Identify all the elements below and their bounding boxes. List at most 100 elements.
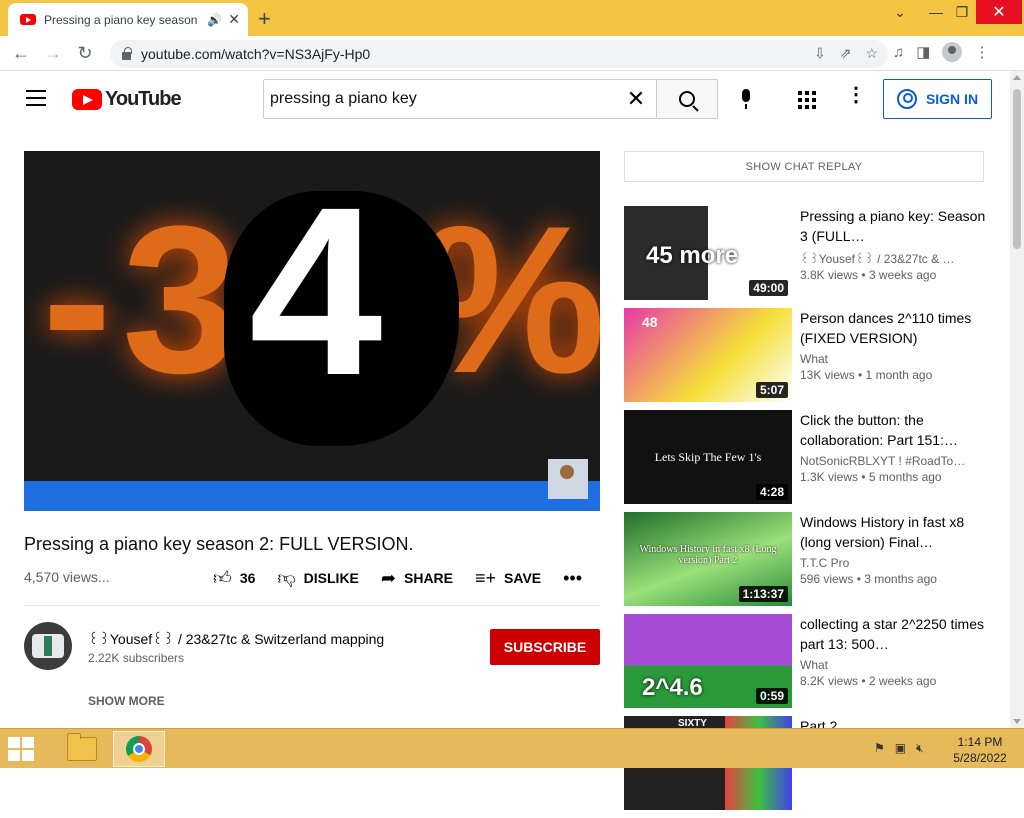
search-input[interactable] (270, 90, 616, 108)
dislike-button[interactable]: 👎︎ DISLIKE (277, 567, 359, 589)
video-duration: 49:00 (749, 280, 788, 296)
dislike-label: DISLIKE (303, 570, 359, 586)
volume-muted-icon[interactable]: 🔇︎ (916, 741, 924, 756)
search-box[interactable]: ✕ (263, 79, 656, 119)
page-scrollbar[interactable] (1010, 71, 1024, 728)
network-icon[interactable]: ▣ (895, 741, 906, 756)
address-bar[interactable]: youtube.com/watch?v=NS3AjFy-Hp0 ⇩ ⇗ ☆ (110, 40, 888, 68)
new-tab-button[interactable]: + (258, 6, 271, 32)
clear-search-icon[interactable]: ✕ (616, 86, 656, 112)
forward-arrow-icon[interactable]: → (40, 40, 66, 66)
windows-taskbar: ⚑ ▣ 🔇︎ 1:14 PM 5/28/2022 (0, 728, 1024, 768)
channel-name[interactable]: ꒰꒱Yousef꒰꒱ / 23&27tc & Switzerland mappi… (88, 630, 384, 648)
browser-toolbar: ← → ↻ youtube.com/watch?v=NS3AjFy-Hp0 ⇩ … (0, 36, 1024, 71)
video-blue-bar (24, 481, 600, 511)
recommendation-title[interactable]: Click the button: the collaboration: Par… (800, 410, 990, 450)
recommendation-title[interactable]: Pressing a piano key: Season 3 (FULL… (800, 206, 990, 246)
recommendation-item[interactable]: Lets Skip The Few 1's 4:28 Click the but… (624, 410, 994, 512)
show-more-button[interactable]: SHOW MORE (88, 694, 165, 708)
account-circle-icon (896, 89, 917, 109)
video-duration: 5:07 (755, 382, 788, 398)
side-panel-icon[interactable]: ◨ (916, 43, 930, 61)
browser-tab[interactable]: Pressing a piano key season 🔊 ✕ (8, 3, 248, 36)
recommendation-thumbnail[interactable]: Lets Skip The Few 1's 4:28 (624, 410, 792, 504)
clock-time: 1:14 PM (957, 735, 1003, 749)
subscribe-button[interactable]: SUBSCRIBE (490, 629, 600, 665)
video-player[interactable]: -3% 4 (24, 151, 600, 511)
voice-search-mic-icon[interactable] (738, 89, 754, 111)
save-label: SAVE (504, 570, 542, 586)
taskbar-clock[interactable]: 1:14 PM 5/28/2022 (950, 734, 1010, 766)
apps-grid-icon[interactable] (798, 91, 816, 109)
recommendation-title[interactable]: collecting a star 2^2250 times part 13: … (800, 614, 990, 654)
url-text[interactable]: youtube.com/watch?v=NS3AjFy-Hp0 (141, 46, 370, 62)
channel-avatar[interactable] (24, 622, 72, 670)
like-button[interactable]: 👍︎ 36 (213, 567, 255, 589)
browser-tabstrip: Pressing a piano key season 🔊 ✕ + ⌄ — ❐ … (0, 0, 1024, 36)
back-arrow-icon[interactable]: ← (8, 40, 34, 66)
recommendation-channel[interactable]: What (800, 352, 990, 366)
chrome-menu-icon[interactable]: ⋮ (974, 43, 989, 61)
share-button[interactable]: ➦ SHARE (381, 568, 453, 589)
profile-avatar-icon[interactable] (942, 42, 963, 62)
recommendation-channel[interactable]: What (800, 658, 990, 672)
show-chat-replay-button[interactable]: SHOW CHAT REPLAY (624, 151, 984, 182)
scroll-down-icon[interactable] (1013, 719, 1021, 724)
sign-in-button[interactable]: SIGN IN (883, 79, 992, 119)
recommendation-stats: 8.2K views • 2 weeks ago (800, 674, 937, 688)
recommendation-item[interactable]: 45 more 49:00 Pressing a piano key: Seas… (624, 206, 994, 308)
settings-more-icon[interactable]: ⋮ (846, 85, 866, 105)
search-button[interactable] (656, 79, 718, 119)
video-title: Pressing a piano key season 2: FULL VERS… (24, 534, 414, 554)
action-center-flag-icon[interactable]: ⚑ (874, 741, 885, 756)
video-duration: 0:59 (755, 688, 788, 704)
youtube-logo[interactable]: YouTube (72, 88, 182, 111)
minimize-button[interactable]: — (922, 0, 950, 24)
youtube-wordmark: YouTube (105, 88, 182, 110)
clock-date: 5/28/2022 (953, 751, 1007, 765)
install-app-icon[interactable]: ⇩ (814, 45, 826, 62)
restore-button[interactable]: ❐ (948, 0, 976, 24)
folder-icon (67, 733, 97, 761)
media-control-icon[interactable]: ♫ (893, 44, 904, 61)
recommendation-channel[interactable]: T.T.C Pro (800, 556, 990, 570)
recommendation-thumbnail[interactable]: Windows History in fast x8 (Long version… (624, 512, 792, 606)
recommendation-title[interactable]: Person dances 2^110 times (FIXED VERSION… (800, 308, 990, 348)
search-icon (679, 91, 695, 107)
recommendation-thumbnail[interactable]: 45 more 49:00 (624, 206, 792, 300)
save-button[interactable]: ≡+ SAVE (475, 568, 541, 589)
bookmark-star-icon[interactable]: ☆ (865, 45, 878, 62)
youtube-masthead: YouTube ✕ ⋮ SIGN IN (0, 71, 1010, 127)
sign-in-label: SIGN IN (925, 91, 979, 107)
recommendation-title[interactable]: Windows History in fast x8 (long version… (800, 512, 990, 552)
tab-search-chevron-icon[interactable]: ⌄ (886, 0, 914, 24)
close-window-button[interactable]: ✕ (976, 0, 1022, 24)
divider (24, 605, 600, 606)
recommendation-thumbnail[interactable]: 2^4.6 0:59 (624, 614, 792, 708)
lock-icon[interactable] (122, 47, 132, 60)
taskbar-file-explorer[interactable] (56, 731, 108, 767)
share-label: SHARE (404, 570, 454, 586)
recommendation-thumbnail[interactable]: 48 5:07 (624, 308, 792, 402)
audio-playing-icon[interactable]: 🔊 (207, 13, 222, 27)
close-tab-icon[interactable]: ✕ (228, 11, 240, 28)
taskbar-chrome[interactable] (113, 731, 165, 767)
recommendation-channel[interactable]: NotSonicRBLXYT ! #RoadTo… (800, 454, 990, 468)
share-icon: ➦ (380, 567, 396, 588)
more-actions-button[interactable]: ••• (563, 568, 582, 589)
recommendations-list: 45 more 49:00 Pressing a piano key: Seas… (624, 206, 994, 818)
reload-icon[interactable]: ↻ (72, 40, 98, 66)
guide-menu-icon[interactable] (26, 90, 46, 106)
recommendation-item[interactable]: 2^4.6 0:59 collecting a star 2^2250 time… (624, 614, 994, 716)
share-page-icon[interactable]: ⇗ (840, 45, 852, 62)
recommendation-item[interactable]: Windows History in fast x8 (Long version… (624, 512, 994, 614)
view-count[interactable]: 4,570 views... (24, 569, 110, 585)
recommendation-channel[interactable]: ꒰꒱Yousef꒰꒱ / 23&27tc & … (800, 250, 990, 266)
recommendation-item[interactable]: 48 5:07 Person dances 2^110 times (FIXED… (624, 308, 994, 410)
more-horiz-icon: ••• (563, 567, 583, 588)
scroll-up-icon[interactable] (1013, 75, 1021, 80)
video-duration: 4:28 (755, 484, 788, 500)
windows-start-icon[interactable] (8, 737, 34, 761)
scrollbar-thumb[interactable] (1013, 89, 1021, 249)
recommendation-stats: 1.3K views • 5 months ago (800, 470, 942, 484)
